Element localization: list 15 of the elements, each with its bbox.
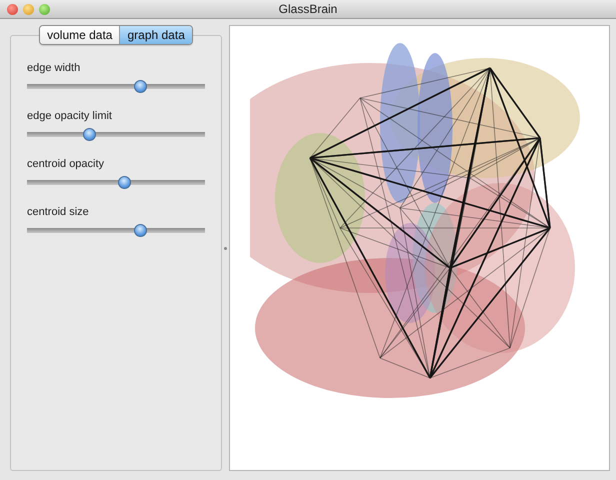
slider-thumb[interactable]: [134, 80, 148, 93]
splitter-handle-icon[interactable]: [224, 246, 227, 250]
zoom-button[interactable]: [39, 4, 50, 14]
tab[interactable]: volume data: [40, 26, 120, 44]
tab[interactable]: graph data: [119, 26, 192, 44]
slider-label: edge opacity limit: [27, 110, 112, 122]
slider-label: centroid opacity: [27, 158, 104, 170]
slider-thumb[interactable]: [118, 176, 131, 189]
slider-label: edge width: [27, 62, 80, 74]
minimize-button[interactable]: [23, 4, 34, 14]
slider-label: centroid size: [27, 206, 89, 218]
window-title: GlassBrain: [278, 2, 338, 16]
close-button[interactable]: [7, 4, 18, 14]
slider-thumb[interactable]: [134, 224, 148, 237]
slider-thumb[interactable]: [83, 128, 96, 141]
